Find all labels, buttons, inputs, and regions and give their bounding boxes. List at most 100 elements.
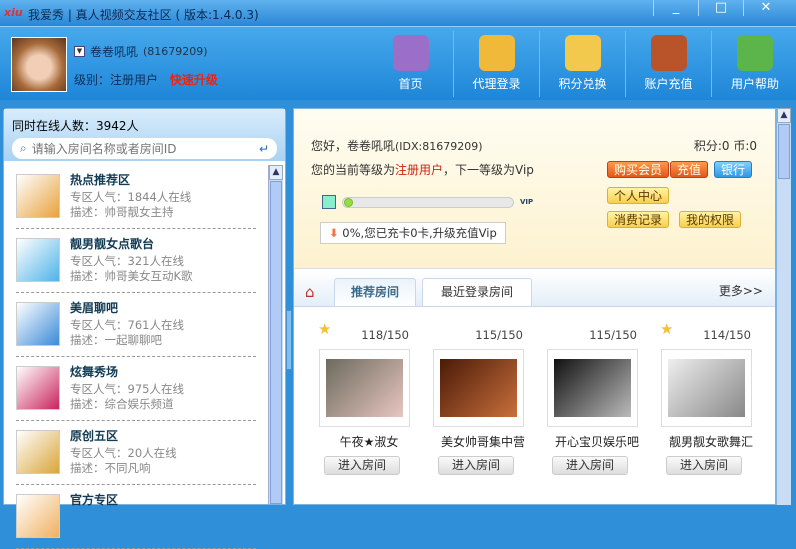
nav-icon [737, 35, 773, 71]
scroll-up-button[interactable]: ▲ [777, 108, 791, 123]
room-count: 115/150 [589, 328, 637, 342]
status-dropdown-icon[interactable]: ▼ [74, 46, 85, 57]
main-scrollbar[interactable]: ▲ [776, 108, 791, 505]
room-count: 114/150 [703, 328, 751, 342]
zone-popularity: 专区人气：1844人在线 [70, 190, 192, 204]
zone-description: 描述：不同凡响 [70, 461, 151, 475]
nav-icon [478, 35, 515, 71]
scroll-thumb[interactable] [778, 124, 790, 179]
room-thumbnail[interactable] [547, 349, 638, 427]
nav-label: 账户充值 [644, 77, 693, 91]
search-icon: ⌕ [20, 141, 27, 155]
zone-popularity: 专区人气：975人在线 [70, 382, 184, 396]
vip-icon: VIP [520, 198, 534, 206]
arrow-down-icon: ⬇ [329, 226, 339, 240]
zone-popularity: 专区人气：761人在线 [70, 318, 184, 332]
progress-tip: ⬇ 0%,您已充卡0卡,升级充值Vip [320, 222, 506, 244]
zone-description: 描述：帅哥美女互动K歌 [70, 269, 193, 283]
zone-name: 美眉聊吧 [70, 301, 119, 315]
enter-room-button[interactable]: 进入房间 [552, 456, 628, 475]
level-progress: VIP [322, 195, 533, 209]
zone-popularity: 专区人气：20人在线 [70, 446, 177, 460]
nav-item[interactable]: 积分兑换 [540, 31, 626, 97]
user-icon [322, 195, 336, 209]
zone-description: 描述：帅哥靓女主持 [70, 205, 174, 219]
level-prefix: 您的当前等级为 [311, 163, 396, 177]
zone-icon [16, 430, 60, 474]
zone-name: 炫舞秀场 [70, 365, 119, 379]
buy-membership-button[interactable]: 购买会员 [607, 161, 670, 178]
tab-recommended[interactable]: 推荐房间 [334, 278, 416, 306]
zone-name: 热点推荐区 [70, 173, 131, 187]
nav-label: 代理登录 [472, 77, 521, 91]
next-level: ，下一等级为Vip [443, 163, 534, 177]
progress-tip-text: 0%,您已充卡0卡,升级充值Vip [342, 226, 497, 240]
room-card: 115/150 开心宝贝娱乐吧 进入房间 [540, 317, 654, 477]
zone-name: 官方专区 [70, 493, 119, 507]
close-button[interactable]: ✕ [743, 0, 788, 16]
scroll-up-button[interactable]: ▲ [269, 165, 283, 180]
enter-room-button[interactable]: 进入房间 [324, 456, 400, 475]
zone-item[interactable]: 靓男靓女点歌台 专区人气：321人在线 描述：帅哥美女互动K歌 [16, 229, 256, 293]
nav-item[interactable]: 代理登录 [454, 31, 540, 97]
greeting: 您好，卷卷吼吼 [311, 139, 396, 153]
zone-scrollbar[interactable]: ▲ [268, 165, 283, 504]
online-count: 同时在线人数：3942人 [12, 119, 139, 133]
panel-splitter[interactable] [286, 310, 292, 370]
user-info-card: 您好，卷卷吼吼(IDX:81679209) 积分:0 币:0 您的当前等级为注册… [294, 109, 775, 269]
points: 积分:0 币:0 [693, 139, 757, 153]
room-search[interactable]: ⌕ ↵ [12, 138, 277, 159]
user-idx: (IDX:81679209) [395, 140, 483, 153]
enter-icon[interactable]: ↵ [259, 142, 269, 156]
zone-name: 原创五区 [70, 429, 119, 443]
home-icon[interactable]: ⌂ [305, 283, 315, 301]
spending-records-button[interactable]: 消费记录 [607, 211, 670, 228]
enter-room-button[interactable]: 进入房间 [666, 456, 742, 475]
nav-item[interactable]: 账户充值 [626, 31, 712, 97]
zone-description: 描述：综合娱乐频道 [70, 397, 174, 411]
nav-item[interactable]: 首页 [368, 31, 454, 97]
my-permissions-button[interactable]: 我的权限 [679, 211, 742, 228]
nav-item[interactable]: 用户帮助 [712, 31, 796, 97]
room-name: 靓男靓女歌舞汇 [668, 435, 753, 449]
zone-icon [16, 366, 60, 410]
current-level: 注册用户 [395, 163, 444, 177]
zone-item[interactable]: 原创五区专区人气：20人在线 描述：不同凡响 [16, 421, 256, 485]
room-thumbnail[interactable] [661, 349, 752, 427]
room-search-input[interactable] [31, 141, 254, 156]
avatar[interactable] [11, 37, 67, 92]
nav-icon [564, 35, 601, 71]
star-icon: ★ [660, 320, 674, 338]
room-thumbnail[interactable] [319, 349, 410, 427]
user-level: 级别：注册用户 [74, 73, 159, 87]
title-bar: xiu 我爱秀 | 真人视频交友社区 ( 版本:1.4.0.3) _ □ ✕ [0, 0, 796, 27]
window-title: 我爱秀 | 真人视频交友社区 ( 版本:1.4.0.3) [28, 8, 259, 22]
user-name: 卷卷吼吼 [90, 45, 139, 59]
room-name: 午夜★淑女 [339, 435, 399, 449]
zone-item[interactable]: 官方专区 [16, 485, 256, 549]
zone-icon [16, 238, 60, 282]
room-count: 118/150 [361, 328, 409, 342]
personal-center-button[interactable]: 个人中心 [607, 187, 670, 204]
recharge-button[interactable]: 充值 [670, 161, 709, 178]
room-name: 美女帅哥集中营 [440, 435, 525, 449]
bank-button[interactable]: 银行 [714, 161, 753, 178]
zone-description: 描述：一起聊聊吧 [70, 333, 162, 347]
minimize-button[interactable]: _ [653, 0, 698, 16]
maximize-button[interactable]: □ [698, 0, 743, 16]
nav-icon [650, 35, 687, 71]
nav-label: 用户帮助 [730, 77, 779, 91]
room-thumbnail[interactable] [433, 349, 524, 427]
scroll-thumb[interactable] [270, 181, 282, 504]
header: ▼ 卷卷吼吼 (81679209) 级别：注册用户 快速升级 首页 代理登录 积分兑… [0, 27, 796, 100]
quick-upgrade-link[interactable]: 快速升级 [170, 73, 218, 87]
nav-icon [392, 35, 429, 71]
zone-item[interactable]: 美眉聊吧专区人气：761人在线 描述：一起聊聊吧 [16, 293, 256, 357]
zone-item[interactable]: 炫舞秀场专区人气：975人在线 描述：综合娱乐频道 [16, 357, 256, 421]
star-icon: ★ [318, 320, 332, 338]
tab-recent[interactable]: 最近登录房间 [422, 278, 532, 306]
zone-item[interactable]: 热点推荐区专区人气：1844人在线 描述：帅哥靓女主持 [16, 165, 256, 229]
more-link[interactable]: 更多>> [719, 282, 763, 299]
nav-label: 首页 [398, 77, 423, 91]
enter-room-button[interactable]: 进入房间 [438, 456, 514, 475]
